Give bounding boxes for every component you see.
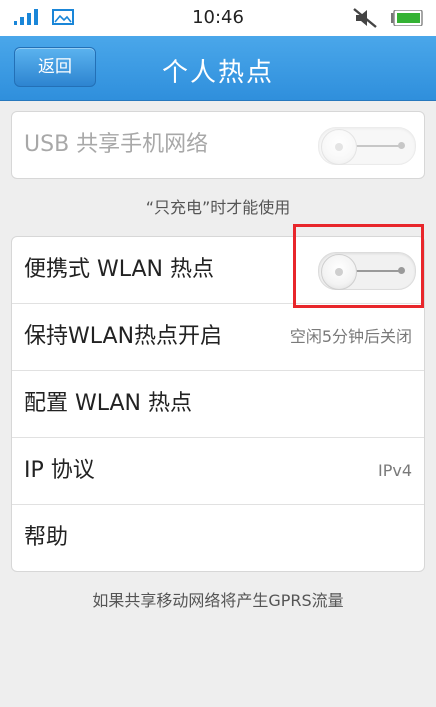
ip-protocol-value: IPv4 (377, 461, 412, 480)
ip-protocol-label: IP 协议 (24, 458, 95, 483)
help-label: 帮助 (24, 525, 69, 550)
configure-hotspot-label: 配置 WLAN 热点 (24, 391, 193, 416)
configure-hotspot-row[interactable]: 配置 WLAN 热点 (12, 370, 424, 437)
usb-tethering-toggle[interactable] (318, 127, 416, 165)
help-row[interactable]: 帮助 (12, 504, 424, 571)
portable-wlan-hotspot-label: 便携式 WLAN 热点 (24, 257, 215, 282)
ip-protocol-row[interactable]: IP 协议 IPv4 (12, 437, 424, 504)
toggle-end-dot (398, 142, 405, 149)
toggle-knob (321, 129, 357, 165)
page-title: 个人热点 (161, 58, 274, 88)
mute-icon (353, 8, 377, 28)
battery-icon (391, 10, 423, 26)
toggle-track (353, 145, 401, 147)
gprs-traffic-note: 如果共享移动网络将产生GPRS流量 (92, 591, 344, 610)
highlight-box (293, 224, 424, 308)
title-bar: 返回 个人热点 (0, 36, 436, 101)
keep-hotspot-on-value: 空闲5分钟后关闭 (289, 327, 412, 346)
keep-hotspot-on-label: 保持WLAN热点开启 (24, 324, 223, 349)
keep-hotspot-on-row[interactable]: 保持WLAN热点开启 空闲5分钟后关闭 (12, 303, 424, 370)
usb-tethering-card: USB 共享手机网络 (11, 111, 425, 179)
usb-tethering-label: USB 共享手机网络 (24, 132, 209, 157)
usb-tethering-row[interactable]: USB 共享手机网络 (12, 112, 424, 178)
usb-charge-only-note: “只充电”时才能使用 (145, 198, 291, 217)
status-bar: 10:46 (0, 0, 436, 36)
